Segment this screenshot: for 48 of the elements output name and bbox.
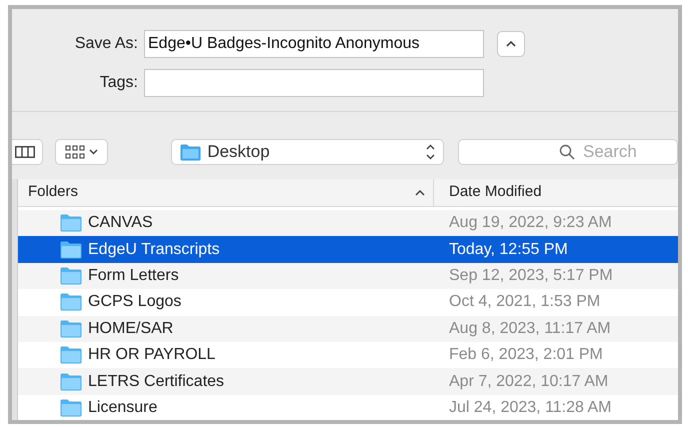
folder-icon	[60, 293, 82, 312]
up-down-arrows-icon	[426, 144, 435, 160]
column-view-button[interactable]	[12, 139, 44, 165]
search-icon	[558, 144, 575, 160]
view-options-button[interactable]	[55, 139, 108, 165]
date-modified: Feb 6, 2023, 2:01 PM	[448, 345, 603, 366]
file-name-field[interactable]: Edge•U Badges-Incognito Anonymous	[144, 30, 484, 58]
date-modified: Aug 8, 2023, 11:17 AM	[448, 318, 611, 339]
folder-name: CANVAS	[88, 213, 153, 234]
folder-name: HOME/SAR	[88, 318, 174, 339]
grid-icon	[65, 145, 86, 159]
date-modified: Today, 12:55 PM	[448, 240, 568, 260]
date-modified: Oct 4, 2021, 1:53 PM	[448, 292, 600, 312]
folder-row[interactable]: Form Letters Sep 12, 2023, 5:17 PM	[18, 262, 678, 290]
folder-icon	[60, 320, 82, 338]
folder-row[interactable]: EdgeU Transcripts Today, 12:55 PM	[18, 236, 678, 263]
folder-name: GCPS Logos	[88, 292, 182, 312]
folder-icon	[60, 214, 82, 232]
collapse-button[interactable]	[497, 31, 525, 57]
folder-name: LETRS Certificates	[88, 372, 224, 392]
save-as-label: Save As:	[74, 34, 139, 54]
folder-icon	[60, 346, 82, 364]
caret-icon	[506, 41, 516, 47]
folder-name: HR OR PAYROLL	[88, 345, 216, 366]
date-modified: Apr 7, 2022, 10:17 AM	[448, 372, 608, 392]
search-field[interactable]: Search	[458, 139, 678, 165]
column-header[interactable]: Date Modified	[434, 181, 542, 204]
date-modified: Aug 19, 2022, 9:23 AM	[448, 213, 612, 234]
columns-icon	[15, 146, 36, 158]
date-modified: Jul 24, 2023, 11:28 AM	[448, 398, 612, 418]
date-modified: Sep 12, 2023, 5:17 PM	[448, 266, 613, 286]
folder-row[interactable]: HOME/SAR Aug 8, 2023, 11:17 AM	[18, 316, 678, 342]
folder-icon	[180, 144, 202, 160]
folder-name: Form Letters	[88, 266, 179, 286]
folder-name: Licensure	[88, 398, 158, 418]
sort-caret-icon	[415, 190, 425, 196]
folder-icon	[60, 372, 82, 391]
folder-row[interactable]: LETRS Certificates Apr 7, 2022, 10:17 AM	[18, 368, 678, 395]
folder-icon	[60, 266, 82, 285]
folder-row[interactable]: CANVAS Aug 19, 2022, 9:23 AM	[18, 210, 678, 236]
chevron-down-icon	[89, 149, 98, 155]
tags-label: Tags:	[98, 73, 139, 93]
folder-icon	[60, 398, 82, 417]
tags-field[interactable]	[144, 69, 484, 97]
folder-icon	[60, 240, 82, 259]
column-header[interactable]: Folders	[28, 181, 78, 204]
folder-name: EdgeU Transcripts	[88, 240, 220, 260]
location-popup[interactable]: Desktop	[171, 139, 444, 165]
